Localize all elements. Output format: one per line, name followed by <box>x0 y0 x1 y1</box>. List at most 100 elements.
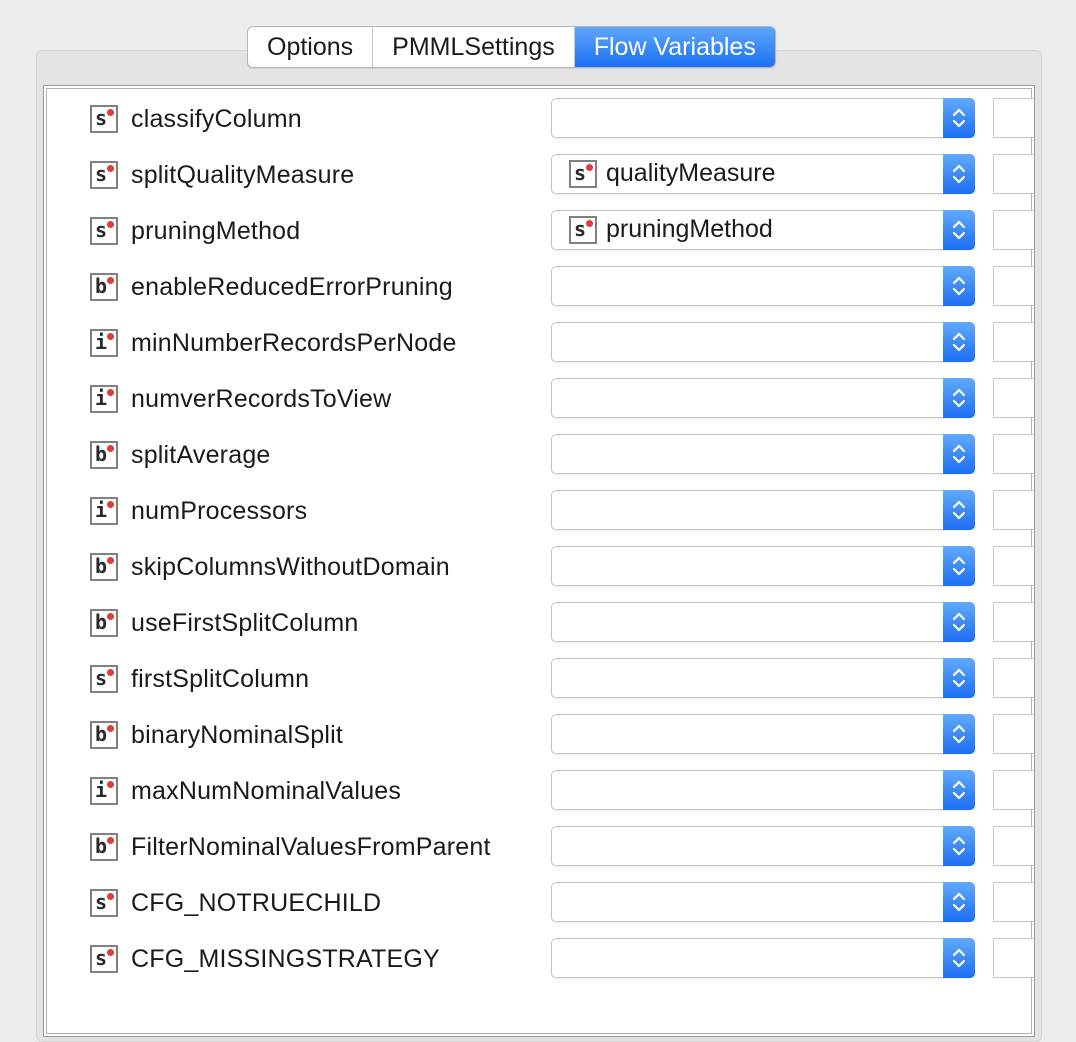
dropdown-arrows-icon[interactable] <box>943 938 975 978</box>
flow-variable-dot-icon <box>107 949 114 956</box>
flow-variable-row: b enableReducedErrorPruning <box>44 266 1034 306</box>
variable-type-letter: b <box>95 834 108 858</box>
dropdown-arrows-icon[interactable] <box>943 770 975 810</box>
exposed-variable-field[interactable] <box>993 770 1034 810</box>
exposed-variable-field[interactable] <box>993 602 1034 642</box>
variable-type-letter: b <box>95 274 108 298</box>
exposed-variable-field[interactable] <box>993 826 1034 866</box>
parameter-name-label: splitQualityMeasure <box>131 161 355 189</box>
flow-variable-select[interactable] <box>551 658 975 698</box>
parameter-name-label: pruningMethod <box>131 217 301 245</box>
flow-variable-row: b skipColumnsWithoutDomain <box>44 546 1034 586</box>
dropdown-arrows-icon[interactable] <box>943 98 975 138</box>
parameter-name-label: splitAverage <box>131 441 271 469</box>
flow-variable-select[interactable] <box>551 266 975 306</box>
flow-variable-select[interactable]: s pruningMethod <box>551 210 975 250</box>
tab-bar: Options PMMLSettings Flow Variables <box>247 26 776 68</box>
dropdown-arrows-icon[interactable] <box>943 210 975 250</box>
variable-type-letter: s <box>95 890 108 914</box>
flow-variable-dot-icon <box>107 109 114 116</box>
flow-variable-select[interactable] <box>551 882 975 922</box>
parameter-name-label: useFirstSplitColumn <box>131 609 359 637</box>
variable-type-icon: i <box>90 777 118 805</box>
parameter-name-label: binaryNominalSplit <box>131 721 344 749</box>
flow-variable-row: i minNumberRecordsPerNode <box>44 322 1034 362</box>
flow-variable-row: s pruningMethod s pruningMethod <box>44 210 1034 250</box>
flow-variable-select[interactable] <box>551 602 975 642</box>
exposed-variable-field[interactable] <box>993 266 1034 306</box>
dropdown-arrows-icon[interactable] <box>943 378 975 418</box>
variable-type-letter: i <box>95 386 108 410</box>
flow-variable-select[interactable] <box>551 546 975 586</box>
parameter-name-label: firstSplitColumn <box>131 665 310 693</box>
variable-type-icon: b <box>90 273 118 301</box>
dropdown-arrows-icon[interactable] <box>943 266 975 306</box>
exposed-variable-field[interactable] <box>993 210 1034 250</box>
flow-variable-select[interactable] <box>551 770 975 810</box>
parameter-name-label: classifyColumn <box>131 105 302 133</box>
variable-type-letter: s <box>95 946 108 970</box>
flow-variable-dot-icon <box>107 333 114 340</box>
variable-type-letter: i <box>95 330 108 354</box>
flow-variable-dot-icon <box>107 557 114 564</box>
flow-variable-select[interactable] <box>551 826 975 866</box>
parameter-name-label: maxNumNominalValues <box>131 777 402 805</box>
flow-variable-row: i numProcessors <box>44 490 1034 530</box>
variable-type-letter: b <box>95 554 108 578</box>
dropdown-arrows-icon[interactable] <box>943 658 975 698</box>
flow-variable-select[interactable] <box>551 378 975 418</box>
flow-variable-select[interactable]: s qualityMeasure <box>551 154 975 194</box>
exposed-variable-field[interactable] <box>993 546 1034 586</box>
dropdown-arrows-icon[interactable] <box>943 714 975 754</box>
flow-variable-row: s splitQualityMeasure s qualityMeasure <box>44 154 1034 194</box>
tab-flow-variables[interactable]: Flow Variables <box>574 27 775 67</box>
flow-variable-dot-icon <box>107 277 114 284</box>
exposed-variable-field[interactable] <box>993 154 1034 194</box>
dropdown-arrows-icon[interactable] <box>943 882 975 922</box>
flow-variable-select[interactable] <box>551 322 975 362</box>
selected-variable-type-icon: s <box>569 160 597 188</box>
variable-type-letter: s <box>95 106 108 130</box>
exposed-variable-field[interactable] <box>993 714 1034 754</box>
flow-variable-row: b binaryNominalSplit <box>44 714 1034 754</box>
dropdown-arrows-icon[interactable] <box>943 434 975 474</box>
flow-variable-dot-icon <box>586 220 593 227</box>
dropdown-arrows-icon[interactable] <box>943 490 975 530</box>
variable-type-icon: b <box>90 721 118 749</box>
dropdown-arrows-icon[interactable] <box>943 154 975 194</box>
flow-variable-row: i numverRecordsToView <box>44 378 1034 418</box>
exposed-variable-field[interactable] <box>993 938 1034 978</box>
dropdown-arrows-icon[interactable] <box>943 826 975 866</box>
flow-variable-select[interactable] <box>551 434 975 474</box>
exposed-variable-field[interactable] <box>993 378 1034 418</box>
exposed-variable-field[interactable] <box>993 882 1034 922</box>
tab-pmml-settings[interactable]: PMMLSettings <box>373 27 575 67</box>
dropdown-arrows-icon[interactable] <box>943 322 975 362</box>
exposed-variable-field[interactable] <box>993 322 1034 362</box>
exposed-variable-field[interactable] <box>993 490 1034 530</box>
variable-type-icon: s <box>90 105 118 133</box>
flow-variable-row: s firstSplitColumn <box>44 658 1034 698</box>
flow-variable-row: s classifyColumn <box>44 98 1034 138</box>
flow-variable-row: s CFG_NOTRUECHILD <box>44 882 1034 922</box>
flow-variable-select[interactable] <box>551 938 975 978</box>
parameter-name-label: numProcessors <box>131 497 308 525</box>
parameter-name-label: numverRecordsToView <box>131 385 392 413</box>
flow-variable-select[interactable] <box>551 490 975 530</box>
flow-variable-select[interactable] <box>551 98 975 138</box>
exposed-variable-field[interactable] <box>993 98 1034 138</box>
variable-type-letter: b <box>95 722 108 746</box>
selected-variable-type-letter: s <box>574 161 587 185</box>
tab-options[interactable]: Options <box>248 27 374 67</box>
flow-variable-select[interactable] <box>551 714 975 754</box>
variable-type-letter: s <box>95 162 108 186</box>
variable-type-icon: s <box>90 945 118 973</box>
dropdown-arrows-icon[interactable] <box>943 602 975 642</box>
exposed-variable-field[interactable] <box>993 434 1034 474</box>
parameter-name-label: minNumberRecordsPerNode <box>131 329 457 357</box>
dropdown-arrows-icon[interactable] <box>943 546 975 586</box>
variable-type-letter: s <box>95 218 108 242</box>
selected-variable-value: pruningMethod <box>606 215 773 243</box>
parameter-name-label: skipColumnsWithoutDomain <box>131 553 450 581</box>
exposed-variable-field[interactable] <box>993 658 1034 698</box>
